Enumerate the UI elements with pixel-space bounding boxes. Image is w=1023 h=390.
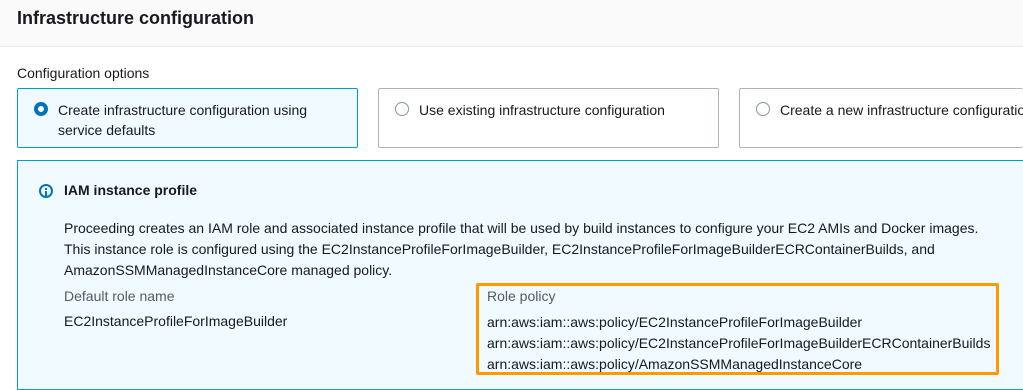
option-use-existing[interactable]: Use existing infrastructure configuratio…	[378, 88, 719, 148]
option-service-defaults-label: Create infrastructure configuration usin…	[58, 102, 308, 138]
role-policy-label: Role policy	[487, 288, 556, 304]
role-policy-item: arn:aws:iam::aws:policy/EC2InstanceProfi…	[487, 335, 991, 351]
configuration-options-label: Configuration options	[17, 65, 150, 81]
role-policy-item: arn:aws:iam::aws:policy/AmazonSSMManaged…	[487, 356, 863, 372]
section-header: Infrastructure configuration	[0, 0, 1023, 47]
radio-unselected-icon[interactable]	[756, 102, 770, 116]
radio-selected-icon[interactable]	[34, 102, 48, 116]
role-policy-list: arn:aws:iam::aws:policy/EC2InstanceProfi…	[487, 312, 990, 375]
radio-unselected-icon[interactable]	[395, 102, 409, 116]
option-service-defaults[interactable]: Create infrastructure configuration usin…	[17, 88, 358, 148]
default-role-name-label: Default role name	[64, 288, 175, 304]
default-role-name-value: EC2InstanceProfileForImageBuilder	[64, 313, 288, 329]
role-policy-item: arn:aws:iam::aws:policy/EC2InstanceProfi…	[487, 314, 863, 330]
option-create-new[interactable]: Create a new infrastructure configuratio…	[739, 88, 1023, 148]
info-icon	[39, 184, 53, 198]
option-use-existing-label: Use existing infrastructure configuratio…	[419, 102, 665, 118]
option-create-new-label: Create a new infrastructure configuratio…	[780, 102, 1023, 118]
alert-title: IAM instance profile	[64, 182, 198, 198]
alert-body: Proceeding creates an IAM role and assoc…	[64, 220, 979, 278]
section-title: Infrastructure configuration	[17, 8, 255, 28]
